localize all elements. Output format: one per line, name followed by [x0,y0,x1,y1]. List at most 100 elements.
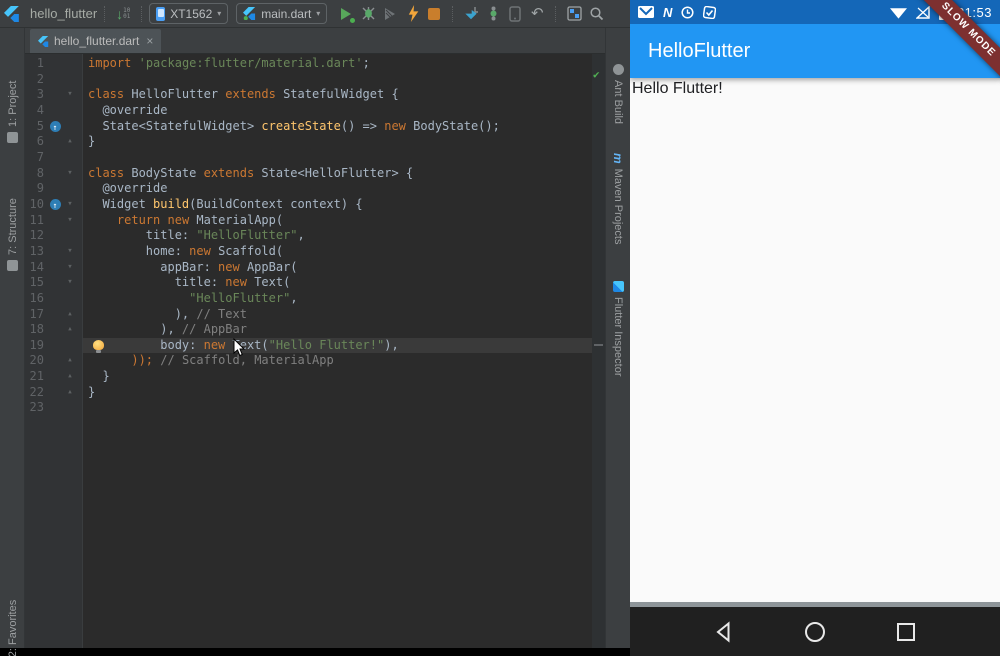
fold-icon [63,150,77,166]
project-name: hello_flutter [30,6,98,21]
code-editor[interactable]: 1 import 'package:flutter/material.dart';… [25,54,605,648]
gutter-slot [47,181,63,197]
fold-icon [63,228,77,244]
alarm-icon [681,5,694,19]
line-number: 20 [29,353,44,368]
editor-area: hello_flutter.dart × 1 import 'package:fl… [25,28,605,648]
fold-icon[interactable]: ▾ [63,275,77,291]
gutter-slot [47,72,63,88]
fold-icon [63,103,77,119]
fold-icon[interactable]: ▴ [63,385,77,401]
code-line: 6 ▴} [25,134,592,150]
code-line: 18 ▴ ), // AppBar [25,322,592,338]
code-line: 19 body: new Text("Hello Flutter!"), [25,337,592,354]
rollback-button[interactable]: ↶ [526,3,548,25]
inspection-ok-icon: ✔ [593,68,600,81]
override-marker-icon[interactable]: ↑ [49,198,61,210]
fold-icon[interactable]: ▾ [63,260,77,276]
back-button[interactable] [712,620,736,644]
line-number: 12 [29,228,44,243]
code-line: 14 ▾ appBar: new AppBar( [25,260,592,276]
fold-icon [63,181,77,197]
hot-reload-button[interactable] [401,3,423,25]
search-icon[interactable] [585,3,607,25]
gutter-slot [47,103,63,119]
recents-button[interactable] [894,620,918,644]
toolwindow-button-2-favorites[interactable]: ★2: Favorites [0,576,25,656]
run-button[interactable] [335,3,357,25]
debug-button[interactable] [357,3,379,25]
fold-icon[interactable]: ▾ [63,87,77,103]
fold-icon[interactable]: ▾ [63,244,77,260]
phone-icon [156,6,166,21]
code-text: ), // AppBar [88,322,247,337]
restore-layout-button[interactable] [563,3,585,25]
toolwindow-button-ant-build[interactable]: Ant Build [606,61,631,143]
code-line: 13 ▾ home: new Scaffold( [25,244,592,260]
override-marker-icon[interactable]: ↑ [49,120,61,132]
gutter-slot [47,338,63,354]
toolwindow-label: Maven Projects [612,168,625,245]
fold-icon[interactable]: ▾ [63,213,77,229]
line-number: 17 [29,306,44,321]
close-icon[interactable]: × [146,34,153,48]
profile-button[interactable] [379,3,401,25]
run-config-value: main.dart [261,6,312,21]
gutter-slot [47,369,63,385]
device-monitor-icon[interactable]: ↓ 10 01 [112,3,134,25]
error-stripe[interactable]: ✔ [592,54,605,648]
no-signal-icon [915,5,930,19]
device-selector[interactable]: XT1562 ▾ [149,3,229,24]
device-capture-button[interactable] [504,3,526,25]
gutter-slot [47,213,63,229]
code-line: 15 ▾ title: new Text( [25,275,592,291]
intention-bulb-icon[interactable] [93,339,104,353]
code-text: title: "HelloFlutter", [88,228,305,243]
code-line: 10 ↑ ▾ Widget build(BuildContext context) … [25,197,592,213]
fold-icon[interactable]: ▴ [63,353,77,369]
code-line: 1 import 'package:flutter/material.dart'; [25,56,592,72]
line-number: 19 [29,337,44,352]
gutter-slot [47,244,63,260]
toolwindow-button-7-structure[interactable]: 7: Structure [0,168,25,274]
fold-icon[interactable]: ▴ [63,307,77,323]
tab-label: hello_flutter.dart [54,34,140,48]
fold-icon[interactable]: ▴ [63,369,77,385]
run-config-selector[interactable]: main.dart ▾ [236,3,328,24]
fold-icon[interactable]: ▾ [63,197,77,213]
ide-window: hello_flutter ↓ 10 01 XT1562 ▾ main.dart … [0,0,631,656]
line-number: 10 [29,196,44,211]
toolwindow-button-flutter-inspector[interactable]: Flutter Inspector [606,278,631,412]
gutter-slot [47,307,63,323]
toolwindow-button-1-project[interactable]: 1: Project [0,58,25,146]
flutter-file-icon [38,35,49,47]
maven-icon: m [611,153,626,164]
toolwindow-label: 1: Project [6,80,19,127]
tab-hello-flutter-dart[interactable]: hello_flutter.dart × [30,29,162,53]
fold-icon[interactable]: ▴ [63,322,77,338]
flutter-project-icon [4,5,19,22]
fold-icon [63,291,77,307]
toolwindow-button-maven-projects[interactable]: m Maven Projects [606,150,631,272]
gutter-slot [47,150,63,166]
code-text: } [88,134,96,149]
app-toolbar: HelloFlutter [630,24,1000,78]
fold-icon [63,119,77,135]
structure-icon [7,260,18,271]
toolbar-separator [452,5,454,22]
stop-button[interactable] [423,3,445,25]
code-text: appBar: new AppBar( [88,259,298,274]
code-line: 7 [25,150,592,166]
line-number: 22 [29,384,44,399]
vcs-commit-button[interactable] [482,3,504,25]
code-text: ), // Text [88,306,247,321]
fold-icon[interactable]: ▾ [63,166,77,182]
android-n-icon: N [663,4,673,20]
gmail-icon [638,6,654,18]
line-number: 5 [36,118,44,133]
attach-debugger-button[interactable] [460,3,482,25]
gutter-slot [47,166,63,182]
home-button[interactable] [803,620,827,644]
fold-icon[interactable]: ▴ [63,134,77,150]
